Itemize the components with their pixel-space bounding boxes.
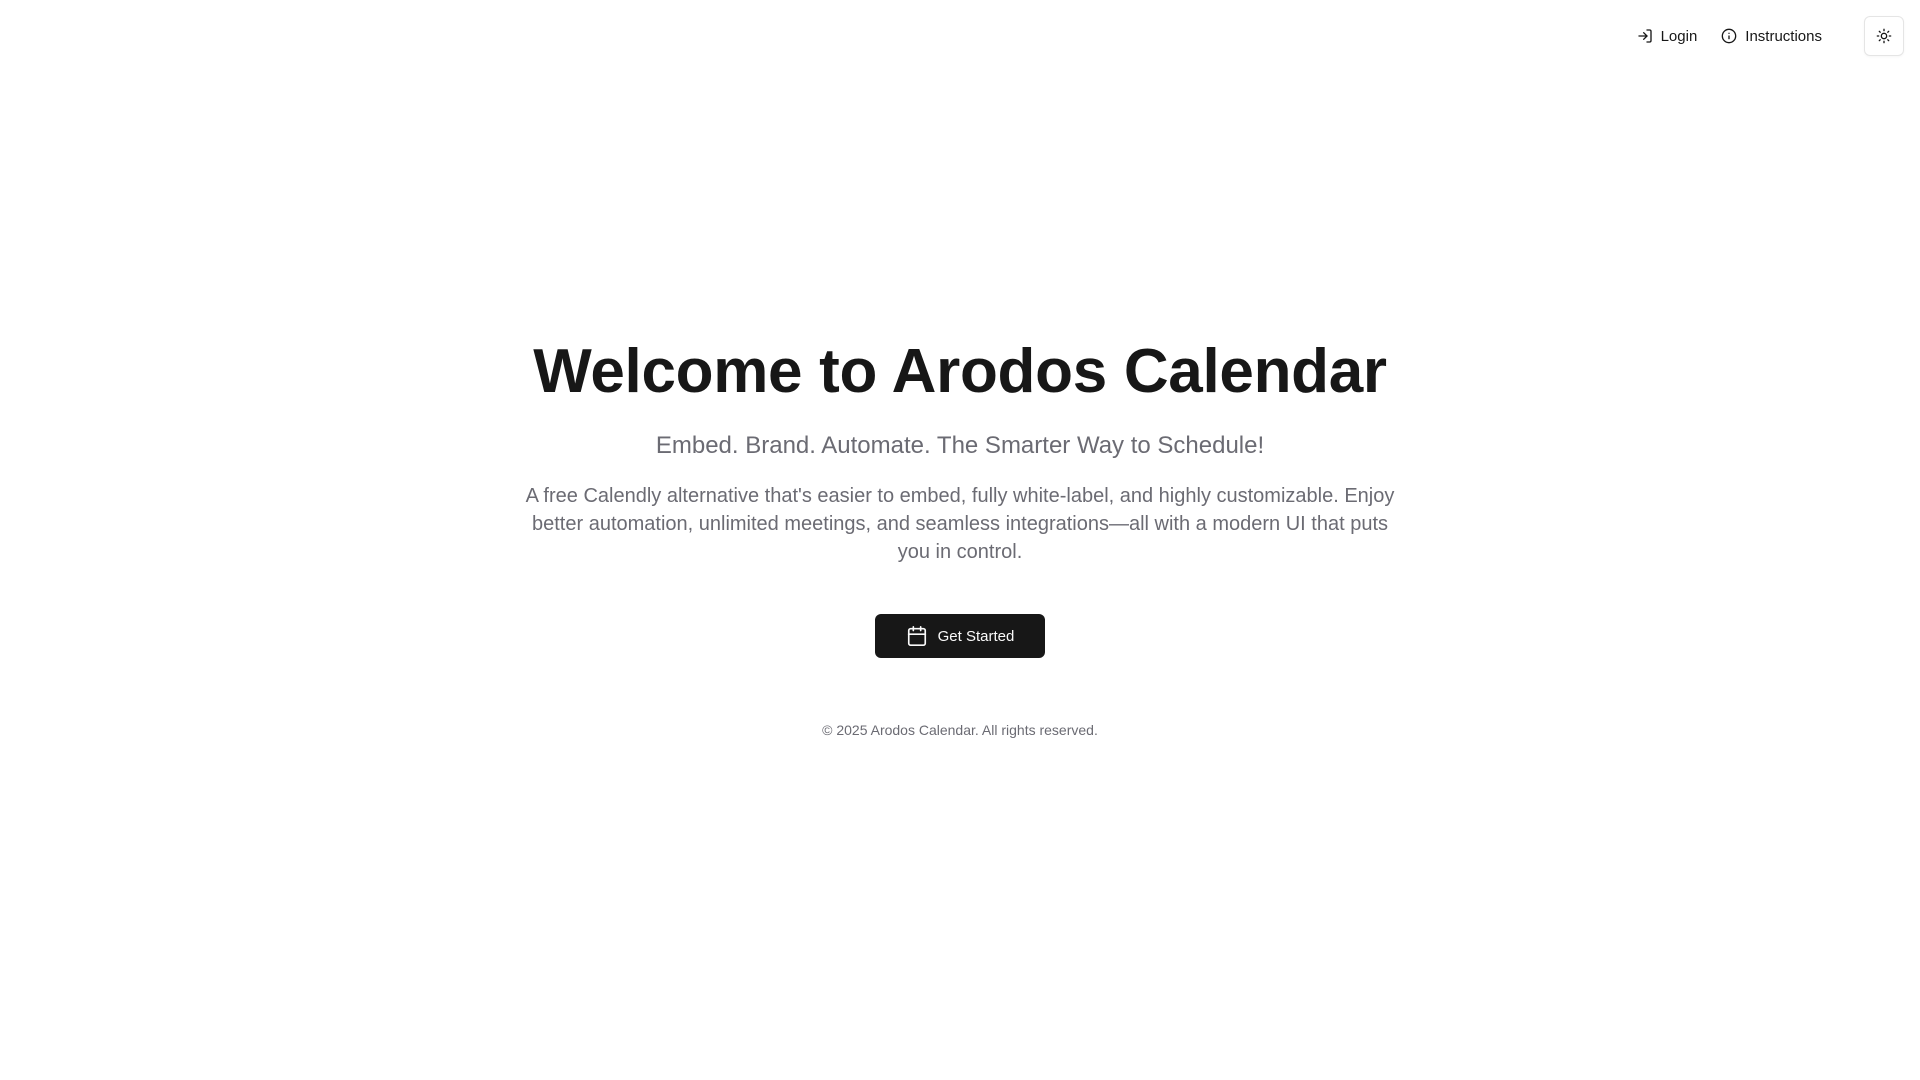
hero-tagline: Embed. Brand. Automate. The Smarter Way … (655, 432, 1265, 459)
info-icon (1721, 28, 1737, 44)
login-label: Login (1660, 27, 1698, 45)
get-started-button[interactable]: Get Started (875, 614, 1045, 658)
theme-toggle-button[interactable] (1864, 16, 1904, 56)
log-in-icon (1637, 29, 1652, 43)
hero-description: A free Calendly alternative that's easie… (525, 485, 1395, 563)
login-link[interactable]: Login (1625, 18, 1710, 54)
top-navigation: Login Instructions (1625, 16, 1904, 56)
hero-section: Welcome to Arodos Calendar Embed. Brand.… (0, 330, 1920, 738)
footer-copyright: © 2025 Arodos Calendar. All rights reser… (822, 722, 1098, 738)
page-title: Welcome to Arodos Calendar (533, 337, 1387, 406)
get-started-label: Get Started (937, 627, 1015, 645)
instructions-link[interactable]: Instructions (1709, 18, 1834, 54)
instructions-label: Instructions (1745, 27, 1822, 45)
calendar-icon (907, 626, 926, 646)
sun-icon (1876, 28, 1892, 44)
